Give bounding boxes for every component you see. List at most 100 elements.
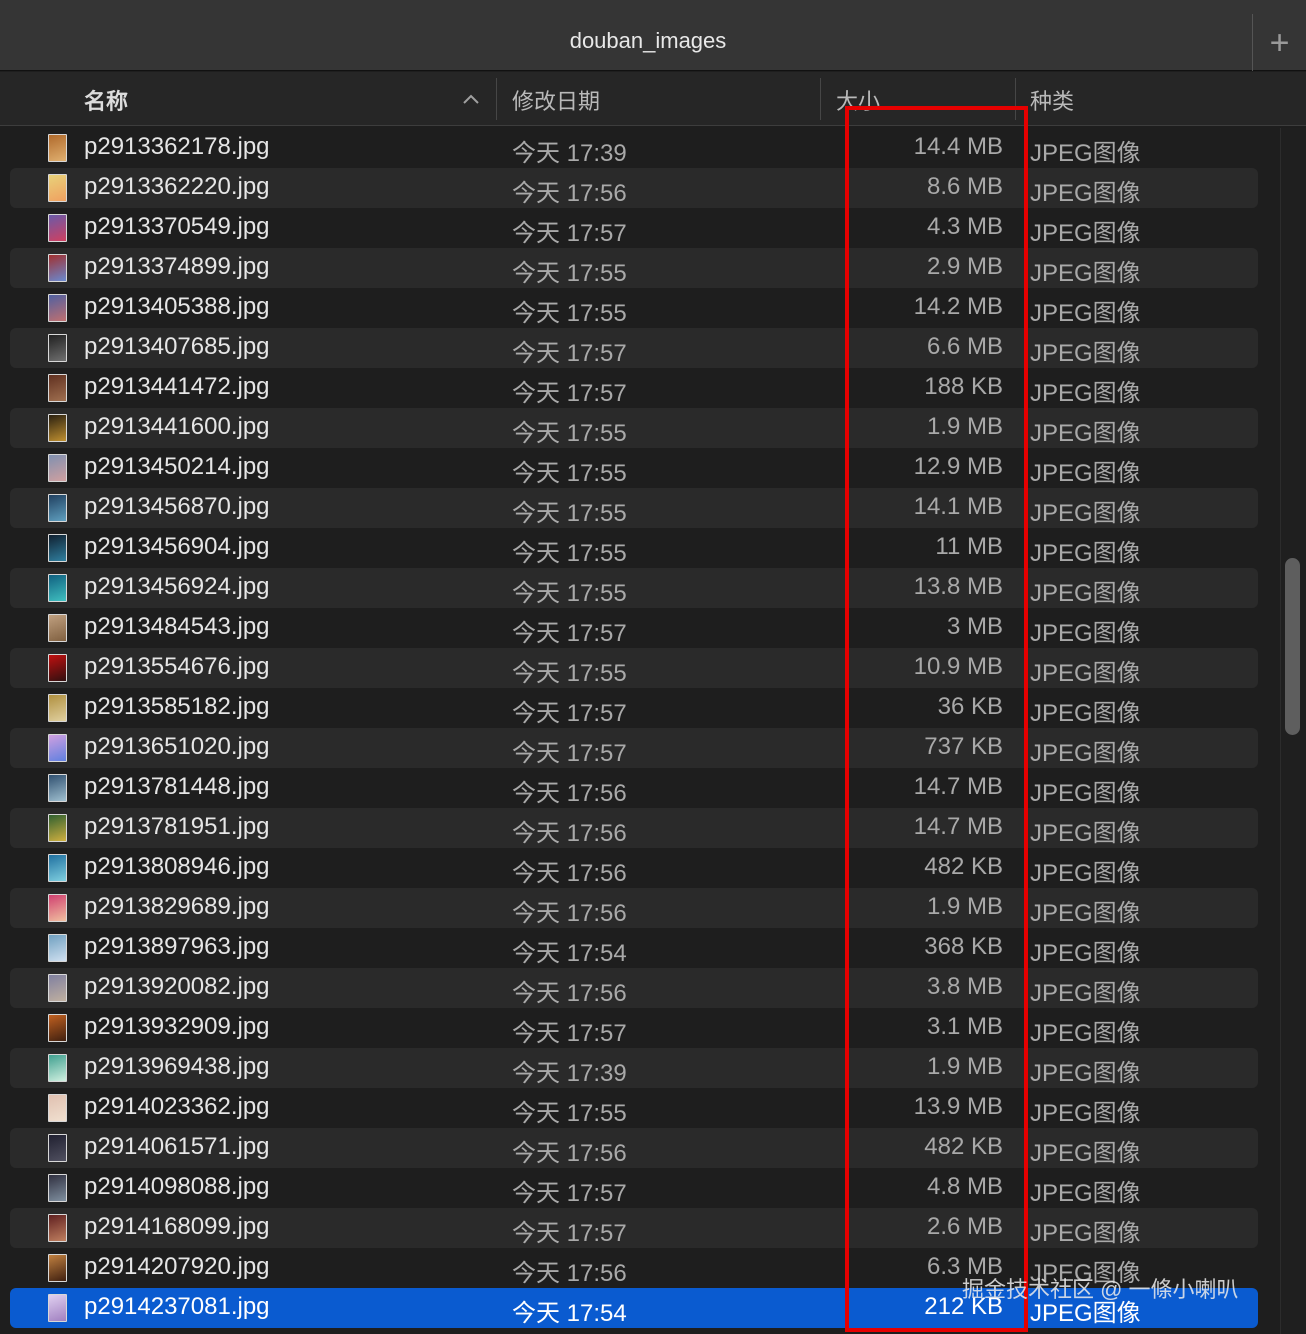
file-date: 今天 17:55	[512, 260, 627, 287]
file-size: 3.8 MB	[926, 973, 1003, 1000]
file-row[interactable]: p2913781448.jpg 今天 17:56 14.7 MB JPEG图像	[10, 768, 1258, 808]
file-row[interactable]: p2914098088.jpg 今天 17:57 4.8 MB JPEG图像	[10, 1168, 1258, 1208]
file-row[interactable]: p2914168099.jpg 今天 17:57 2.6 MB JPEG图像	[10, 1208, 1258, 1248]
new-tab-button[interactable]: +	[1253, 14, 1306, 71]
file-size: 3.1 MB	[926, 1013, 1003, 1040]
column-divider[interactable]	[496, 78, 497, 120]
file-kind: JPEG图像	[1030, 1260, 1141, 1287]
file-date: 今天 17:57	[512, 220, 627, 247]
file-kind: JPEG图像	[1030, 820, 1141, 847]
file-row[interactable]: p2913441600.jpg 今天 17:55 1.9 MB JPEG图像	[10, 408, 1258, 448]
file-name: p2913969438.jpg	[84, 1053, 270, 1080]
file-row[interactable]: p2913932909.jpg 今天 17:57 3.1 MB JPEG图像	[10, 1008, 1258, 1048]
file-row[interactable]: p2913554676.jpg 今天 17:55 10.9 MB JPEG图像	[10, 648, 1258, 688]
column-header-bar: 名称 修改日期 大小 种类	[0, 72, 1306, 126]
file-row[interactable]: p2913781951.jpg 今天 17:56 14.7 MB JPEG图像	[10, 808, 1258, 848]
file-kind: JPEG图像	[1030, 740, 1141, 767]
image-thumbnail-icon	[48, 734, 67, 762]
image-thumbnail-icon	[48, 654, 67, 682]
file-row[interactable]: p2913651020.jpg 今天 17:57 737 KB JPEG图像	[10, 728, 1258, 768]
file-name: p2913456924.jpg	[84, 573, 270, 600]
file-row[interactable]: p2913407685.jpg 今天 17:57 6.6 MB JPEG图像	[10, 328, 1258, 368]
file-row[interactable]: p2913362220.jpg 今天 17:56 8.6 MB JPEG图像	[10, 168, 1258, 208]
column-header-size[interactable]: 大小	[836, 84, 880, 116]
file-name: p2914061571.jpg	[84, 1133, 270, 1160]
file-date: 今天 17:56	[512, 860, 627, 887]
file-name: p2913585182.jpg	[84, 693, 270, 720]
file-kind: JPEG图像	[1030, 660, 1141, 687]
file-size: 14.1 MB	[913, 493, 1003, 520]
file-name: p2913374899.jpg	[84, 253, 270, 280]
file-row[interactable]: p2913374899.jpg 今天 17:55 2.9 MB JPEG图像	[10, 248, 1258, 288]
file-kind: JPEG图像	[1030, 380, 1141, 407]
file-size: 3 MB	[946, 613, 1003, 640]
image-thumbnail-icon	[48, 614, 67, 642]
file-row[interactable]: p2913920082.jpg 今天 17:56 3.8 MB JPEG图像	[10, 968, 1258, 1008]
sort-ascending-icon[interactable]	[462, 92, 480, 106]
image-thumbnail-icon	[48, 574, 67, 602]
file-size: 482 KB	[924, 1133, 1003, 1160]
file-kind: JPEG图像	[1030, 220, 1141, 247]
file-row[interactable]: p2914207920.jpg 今天 17:56 6.3 MB JPEG图像	[10, 1248, 1258, 1288]
file-row[interactable]: p2913450214.jpg 今天 17:55 12.9 MB JPEG图像	[10, 448, 1258, 488]
file-name: p2913651020.jpg	[84, 733, 270, 760]
file-size: 2.6 MB	[926, 1213, 1003, 1240]
file-row[interactable]: p2914237081.jpg 今天 17:54 212 KB JPEG图像	[10, 1288, 1258, 1328]
file-row[interactable]: p2914023362.jpg 今天 17:55 13.9 MB JPEG图像	[10, 1088, 1258, 1128]
file-size: 188 KB	[924, 373, 1003, 400]
image-thumbnail-icon	[48, 1254, 67, 1282]
file-name: p2914023362.jpg	[84, 1093, 270, 1120]
image-thumbnail-icon	[48, 134, 67, 162]
file-row[interactable]: p2913362178.jpg 今天 17:39 14.4 MB JPEG图像	[10, 128, 1258, 168]
file-row[interactable]: p2913808946.jpg 今天 17:56 482 KB JPEG图像	[10, 848, 1258, 888]
file-date: 今天 17:55	[512, 420, 627, 447]
file-name: p2913829689.jpg	[84, 893, 270, 920]
file-name: p2913407685.jpg	[84, 333, 270, 360]
file-row[interactable]: p2913484543.jpg 今天 17:57 3 MB JPEG图像	[10, 608, 1258, 648]
file-row[interactable]: p2913897963.jpg 今天 17:54 368 KB JPEG图像	[10, 928, 1258, 968]
file-size: 1.9 MB	[926, 893, 1003, 920]
file-date: 今天 17:55	[512, 500, 627, 527]
file-name: p2913932909.jpg	[84, 1013, 270, 1040]
file-row[interactable]: p2913585182.jpg 今天 17:57 36 KB JPEG图像	[10, 688, 1258, 728]
file-row[interactable]: p2913456904.jpg 今天 17:55 11 MB JPEG图像	[10, 528, 1258, 568]
file-date: 今天 17:55	[512, 580, 627, 607]
file-row[interactable]: p2913969438.jpg 今天 17:39 1.9 MB JPEG图像	[10, 1048, 1258, 1088]
file-kind: JPEG图像	[1030, 1220, 1141, 1247]
scrollbar-thumb[interactable]	[1285, 558, 1300, 735]
file-kind: JPEG图像	[1030, 620, 1141, 647]
file-date: 今天 17:57	[512, 380, 627, 407]
file-date: 今天 17:56	[512, 820, 627, 847]
column-divider[interactable]	[1015, 78, 1016, 120]
file-row[interactable]: p2913456924.jpg 今天 17:55 13.8 MB JPEG图像	[10, 568, 1258, 608]
file-row[interactable]: p2913405388.jpg 今天 17:55 14.2 MB JPEG图像	[10, 288, 1258, 328]
image-thumbnail-icon	[48, 494, 67, 522]
column-header-kind[interactable]: 种类	[1030, 84, 1074, 116]
file-name: p2913781448.jpg	[84, 773, 270, 800]
file-date: 今天 17:39	[512, 1060, 627, 1087]
file-kind: JPEG图像	[1030, 460, 1141, 487]
file-row[interactable]: p2913441472.jpg 今天 17:57 188 KB JPEG图像	[10, 368, 1258, 408]
file-kind: JPEG图像	[1030, 700, 1141, 727]
file-date: 今天 17:56	[512, 780, 627, 807]
file-row[interactable]: p2913370549.jpg 今天 17:57 4.3 MB JPEG图像	[10, 208, 1258, 248]
image-thumbnail-icon	[48, 534, 67, 562]
column-divider[interactable]	[820, 78, 821, 120]
file-date: 今天 17:57	[512, 740, 627, 767]
file-date: 今天 17:57	[512, 1220, 627, 1247]
file-row[interactable]: p2913829689.jpg 今天 17:56 1.9 MB JPEG图像	[10, 888, 1258, 928]
file-date: 今天 17:55	[512, 1100, 627, 1127]
file-date: 今天 17:56	[512, 1140, 627, 1167]
column-header-name[interactable]: 名称	[84, 84, 128, 116]
file-kind: JPEG图像	[1030, 1140, 1141, 1167]
title-bar: douban_images +	[0, 0, 1306, 71]
file-row[interactable]: p2914061571.jpg 今天 17:56 482 KB JPEG图像	[10, 1128, 1258, 1168]
image-thumbnail-icon	[48, 1054, 67, 1082]
file-name: p2913456870.jpg	[84, 493, 270, 520]
file-name: p2913920082.jpg	[84, 973, 270, 1000]
column-header-date[interactable]: 修改日期	[512, 84, 600, 116]
file-kind: JPEG图像	[1030, 1100, 1141, 1127]
file-row[interactable]: p2913456870.jpg 今天 17:55 14.1 MB JPEG图像	[10, 488, 1258, 528]
file-size: 1.9 MB	[926, 413, 1003, 440]
file-date: 今天 17:56	[512, 1260, 627, 1287]
